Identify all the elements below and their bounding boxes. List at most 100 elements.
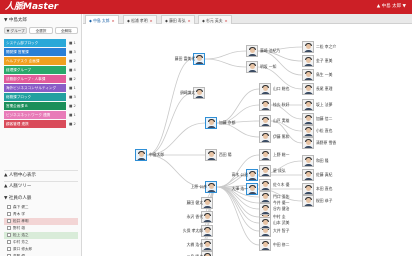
tree-edge [204, 58, 247, 68]
close-icon[interactable]: × [150, 18, 153, 23]
tree-node[interactable]: 西田 陽 [205, 149, 232, 165]
tree-node[interactable]: 清野原 雪香 [302, 137, 336, 153]
avatar [259, 191, 271, 203]
tree-node[interactable]: 山本 武美 [259, 217, 289, 233]
tree-node[interactable]: 山口 総也 [259, 83, 289, 99]
tree-node[interactable]: 三島 隆也 [187, 251, 217, 256]
section-relation-tree[interactable]: ▲ 人脈ツリー [4, 181, 78, 190]
avatar [259, 131, 271, 143]
node-name: 桂久 秋好 [273, 102, 290, 107]
tree-node[interactable]: 中田 修二 [259, 239, 289, 255]
select-all-button[interactable]: 全選択 [29, 27, 53, 34]
tree-edge [146, 58, 194, 156]
group-item[interactable]: ビジネスネットワーク 連携 ■ 1 [4, 111, 78, 119]
node-name: 佐々木 優 [273, 182, 290, 187]
node-name: 加藤 信二 [316, 116, 333, 121]
avatar [302, 169, 314, 181]
app-logo[interactable]: 人脈Master [5, 1, 58, 13]
node-name: 明坂 一知 [260, 64, 277, 69]
tree-node[interactable]: 明坂 一知 [246, 61, 276, 77]
tree-node[interactable]: 山戸 実雄 [259, 115, 289, 131]
tree-edge [257, 50, 303, 76]
node-name: 大井 智子 [273, 228, 290, 233]
tree-node[interactable]: 上野 総一 [259, 149, 289, 165]
tree-node[interactable]: 長尾 恵理 [302, 83, 332, 99]
person-checkbox[interactable] [7, 212, 11, 216]
person-item[interactable]: 野村 雄 [4, 225, 78, 232]
avatar [302, 155, 314, 167]
group-label: 顧客管理 連携 [4, 120, 66, 128]
group-label: 営業企画課 B [4, 102, 66, 110]
tab-item[interactable]: ◆ 藤田 寿弘 × [161, 15, 195, 24]
node-name: 星 成弘 [273, 168, 286, 173]
tree-node[interactable]: 伊藤 篤和 [259, 131, 289, 147]
node-name: 和田 隆 [316, 158, 329, 163]
person-label: 野村 雄 [13, 226, 25, 230]
app-window: 人脈Master ▲ 中島 太郎 ▼ ▼ 中島太郎 ▼ グループ 全選択 全解除… [0, 0, 412, 256]
tree-root-node[interactable]: 中島太郎 [135, 149, 164, 165]
group-item[interactable]: 営業企画課 B ■ 2 [4, 102, 78, 110]
tree-node[interactable]: 加藤 京都 [205, 117, 235, 133]
tree-node[interactable]: 上原 公彦 [191, 181, 221, 197]
group-item[interactable]: 開発課 営業課 ■ 3 [4, 48, 78, 56]
close-icon[interactable]: × [225, 18, 228, 23]
group-item[interactable]: 総務課ブロック ■ 3 [4, 93, 78, 101]
group-label: 海外ビジネスコンサルティング [4, 84, 66, 92]
group-item[interactable]: 顧客管理 連携 ■ 2 [4, 120, 78, 128]
person-item[interactable]: 青木 学 [4, 211, 78, 218]
avatar [246, 61, 258, 73]
deselect-all-button[interactable]: 全解除 [54, 27, 78, 34]
close-icon[interactable]: × [112, 18, 115, 23]
persons-header[interactable]: ▼ 社員の人脈 [4, 194, 78, 203]
avatar [302, 55, 314, 67]
person-item[interactable]: 原口 修太郎 [4, 246, 78, 253]
person-checkbox[interactable] [7, 240, 11, 244]
group-item[interactable]: ヘルプデスク 企画課 ■ 2 [4, 57, 78, 65]
close-icon[interactable]: × [188, 18, 191, 23]
person-item[interactable]: 中村 芳之 [4, 239, 78, 246]
tab-item[interactable]: ◆ 中島 太郎 × [85, 15, 119, 24]
node-name: 二松 幸之介 [316, 44, 337, 49]
node-name: 高木 公治 [231, 172, 248, 177]
group-item[interactable]: システム部ブロック ■ 1 [4, 39, 78, 47]
avatar [259, 165, 271, 177]
node-name: 本田 直也 [316, 186, 333, 191]
group-item[interactable]: 海外ビジネスコンサルティング ■ 1 [4, 84, 78, 92]
top-bar: 人脈Master ▲ 中島 太郎 ▼ [0, 0, 412, 14]
node-name: 長尾 恵理 [316, 86, 333, 91]
person-label: 青木 学 [13, 212, 25, 216]
user-menu[interactable]: ▲ 中島 太郎 ▼ [377, 2, 406, 12]
sidebar: ▼ 中島太郎 ▼ グループ 全選択 全解除 システム部ブロック ■ 1 開発課 営業… [0, 14, 82, 256]
person-list: 森下 健二青木 学松井 孝明野村 雄松上 浩之中村 芳之原口 修太郎斎藤 優中谷… [4, 204, 78, 256]
tab-item[interactable]: ◆ 松浦 孝明 × [123, 15, 157, 24]
tab-label: ◆ 松浦 孝明 [127, 18, 148, 23]
avatar [246, 45, 258, 57]
person-checkbox[interactable] [7, 247, 11, 251]
group-item[interactable]: 法務部グループ・人事課 ■ 2 [4, 75, 78, 83]
avatar [259, 239, 271, 251]
sidebar-header[interactable]: ▼ 中島太郎 [4, 17, 78, 25]
person-label: 松上 浩之 [13, 233, 29, 237]
person-item[interactable]: 松上 浩之 [4, 232, 78, 239]
person-checkbox[interactable] [7, 205, 11, 209]
tab-item[interactable]: ◆ 杉元 英夫 × [198, 15, 232, 24]
person-checkbox[interactable] [7, 226, 11, 230]
tree-node[interactable]: 藤崎 浩紀乃 [246, 45, 280, 61]
person-item[interactable]: 松井 孝明 [4, 218, 78, 225]
group-count: ■ 1 [69, 113, 76, 117]
tree-node[interactable]: 桂久 秋好 [259, 99, 289, 115]
node-name: 藤田 富美代 [174, 56, 195, 61]
person-item[interactable]: 森下 健二 [4, 204, 78, 211]
avatar [259, 217, 271, 229]
group-count: ■ 1 [69, 41, 76, 45]
section-person-center[interactable]: ▲ 人物中心表示 [4, 170, 78, 179]
tree-node[interactable]: 桜田 恭子 [302, 195, 332, 211]
group-item[interactable]: 経理課グループ ■ 4 [4, 66, 78, 74]
person-checkbox[interactable] [7, 233, 11, 237]
avatar [302, 83, 314, 95]
relation-tree-canvas[interactable]: 中島太郎 藤田 富美代須崎謙太加藤 京都西田 陽上原 公彦 藤崎 浩紀乃明坂 一知山… [83, 25, 412, 256]
tree-node[interactable]: 藤田 富美代 [175, 53, 209, 69]
tree-node[interactable]: 須崎謙太 [180, 87, 209, 103]
tab-group[interactable]: ▼ グループ [4, 27, 28, 34]
person-checkbox[interactable] [7, 219, 11, 223]
